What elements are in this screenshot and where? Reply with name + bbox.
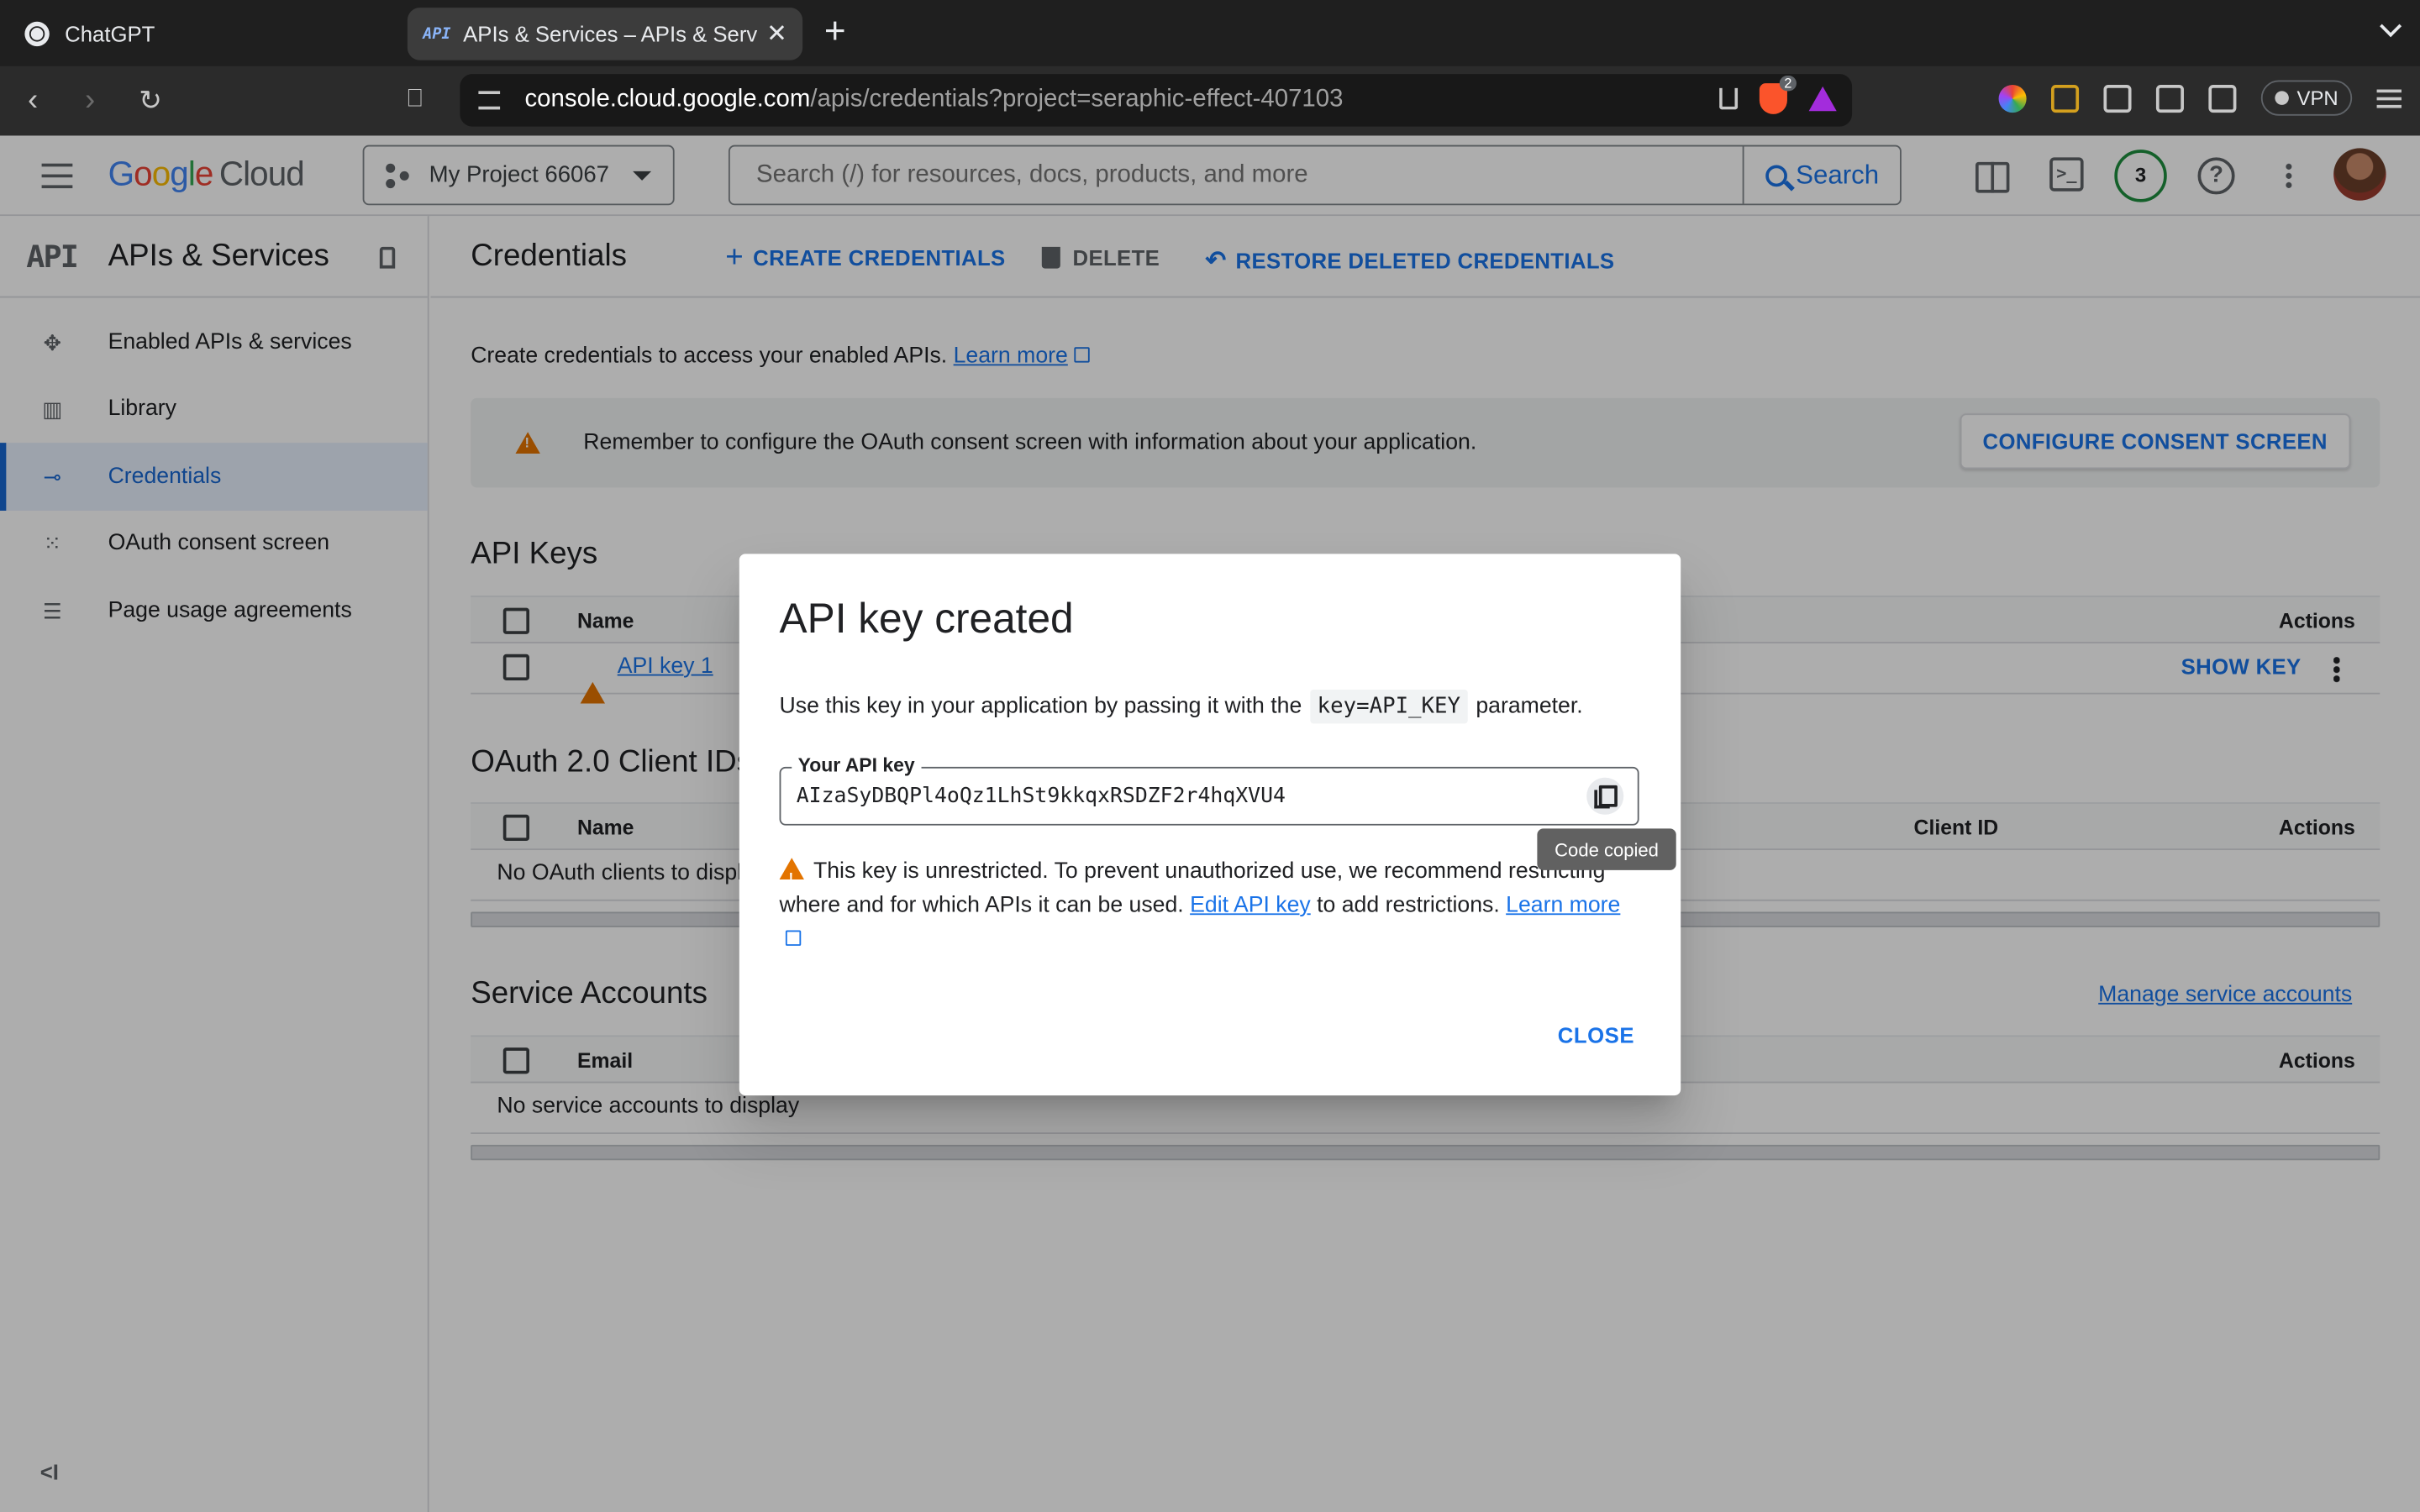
wallet-icon[interactable] bbox=[2208, 84, 2237, 113]
api-key-field[interactable]: Your API key AIzaSyDBQPl4oQz1LhSt9kkqxRS… bbox=[779, 754, 1639, 826]
vpn-status-icon bbox=[2275, 91, 2290, 105]
code-copied-tooltip: Code copied bbox=[1537, 828, 1676, 870]
bookmark-icon[interactable]: ⎕ bbox=[408, 81, 423, 118]
api-key-value[interactable]: AIzaSyDBQPl4oQz1LhSt9kkqxRSDZF2r4hqXVU4 bbox=[797, 784, 1286, 808]
api-favicon-icon: API bbox=[423, 25, 451, 43]
dialog-body: Use this key in your application by pass… bbox=[779, 690, 1583, 724]
copy-icon[interactable] bbox=[1586, 777, 1624, 815]
close-tab-icon[interactable]: ✕ bbox=[766, 18, 787, 50]
body-prefix: Use this key in your application by pass… bbox=[779, 694, 1302, 719]
warning-middle-text: to add restrictions. bbox=[1317, 893, 1500, 918]
key-param-code: key=API_KEY bbox=[1309, 690, 1469, 724]
learn-more-link[interactable]: Learn more bbox=[1506, 893, 1620, 917]
vpn-button[interactable]: VPN bbox=[2261, 80, 2353, 116]
screen: ChatGPT API APIs & Services – APIs & Ser… bbox=[0, 0, 2420, 1512]
body-suffix: parameter. bbox=[1476, 694, 1583, 719]
warning-icon bbox=[779, 858, 804, 895]
tab-title: APIs & Services – APIs & Services – Cred… bbox=[463, 21, 758, 47]
back-icon[interactable]: ‹ bbox=[28, 81, 38, 118]
notes-extension-icon[interactable] bbox=[2051, 84, 2080, 113]
extensions-puzzle-icon[interactable] bbox=[2103, 84, 2133, 113]
shields-count-badge: 2 bbox=[1779, 76, 1797, 92]
chatgpt-favicon-icon bbox=[24, 21, 50, 47]
forward-icon[interactable]: › bbox=[85, 81, 95, 118]
browser-toolbar: ‹ › ↻ ⎕ console.cloud.google.com/apis/cr… bbox=[0, 66, 2420, 136]
tab-search-chevron-icon[interactable] bbox=[2380, 15, 2402, 38]
browser-menu-icon[interactable] bbox=[2376, 88, 2402, 108]
sidebar-toggle-icon[interactable] bbox=[2156, 84, 2185, 113]
close-button[interactable]: CLOSE bbox=[1558, 1023, 1634, 1047]
reload-icon[interactable]: ↻ bbox=[139, 81, 162, 118]
dialog-title: API key created bbox=[779, 595, 1074, 643]
api-key-created-dialog: API key created Use this key in your app… bbox=[739, 554, 1681, 1096]
brave-shields-icon[interactable]: 2 bbox=[1759, 76, 1797, 114]
tab-chatgpt[interactable]: ChatGPT bbox=[9, 8, 395, 60]
external-link-icon bbox=[785, 930, 802, 946]
color-extension-icon[interactable] bbox=[1999, 84, 2028, 113]
unrestricted-warning: This key is unrestricted. To prevent una… bbox=[779, 855, 1626, 957]
browser-tab-bar: ChatGPT API APIs & Services – APIs & Ser… bbox=[0, 0, 2420, 66]
share-icon[interactable] bbox=[1719, 87, 1739, 110]
omnibox-actions: 2 bbox=[1719, 76, 1837, 114]
new-tab-icon[interactable]: + bbox=[824, 11, 846, 54]
url-host: console.cloud.google.com bbox=[524, 86, 811, 113]
brave-rewards-icon[interactable] bbox=[1808, 86, 1837, 112]
vpn-label: VPN bbox=[2296, 86, 2338, 110]
address-bar[interactable]: console.cloud.google.com/apis/credential… bbox=[460, 74, 1853, 127]
api-key-field-label: Your API key bbox=[792, 754, 922, 776]
tab-title: ChatGPT bbox=[65, 21, 155, 47]
tab-credentials[interactable]: API APIs & Services – APIs & Services – … bbox=[407, 8, 803, 60]
extensions-row: VPN bbox=[1999, 80, 2402, 116]
url-path: /apis/credentials?project=seraphic-effec… bbox=[810, 86, 1344, 113]
edit-api-key-link[interactable]: Edit API key bbox=[1190, 893, 1311, 917]
site-settings-icon[interactable] bbox=[478, 91, 501, 110]
